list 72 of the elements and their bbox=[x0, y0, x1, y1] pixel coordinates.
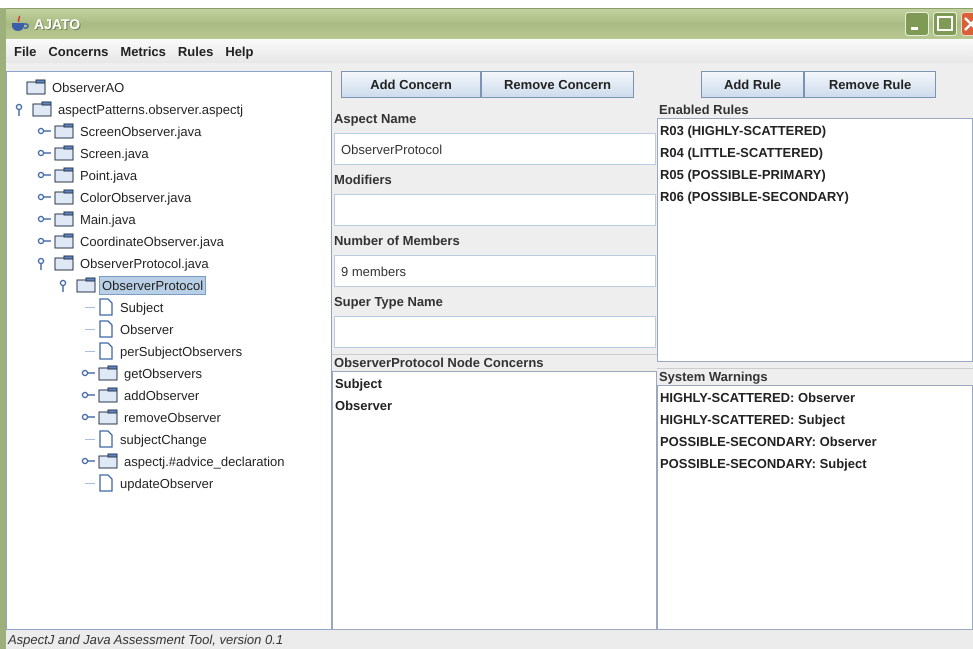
list-item[interactable]: R03 (HIGHLY-SCATTERED) bbox=[658, 121, 972, 143]
window-title: AJATO bbox=[34, 16, 80, 32]
list-item[interactable]: Observer bbox=[333, 396, 656, 418]
tree-item[interactable]: ObserverAO bbox=[49, 78, 128, 96]
field-label: Modifiers bbox=[333, 171, 393, 189]
file-icon bbox=[98, 298, 114, 316]
list-item[interactable]: POSSIBLE-SECONDARY: Subject bbox=[658, 454, 972, 476]
folder-icon bbox=[54, 145, 74, 161]
coffee-cup-icon bbox=[10, 15, 30, 33]
file-icon bbox=[98, 342, 114, 360]
folder-icon bbox=[98, 365, 118, 381]
folder-icon bbox=[98, 453, 118, 469]
tree-item[interactable]: Subject bbox=[117, 298, 166, 316]
tree-item[interactable]: Observer bbox=[117, 320, 176, 338]
list-item[interactable]: R04 (LITTLE-SCATTERED) bbox=[658, 143, 972, 165]
field-label: Number of Members bbox=[333, 232, 461, 250]
folder-icon bbox=[98, 387, 118, 403]
concern-button[interactable]: Remove Concern bbox=[481, 71, 634, 98]
rule-button[interactable]: Remove Rule bbox=[804, 71, 936, 98]
list-item[interactable]: Subject bbox=[333, 374, 656, 396]
tree-item[interactable]: updateObserver bbox=[117, 474, 216, 492]
file-icon bbox=[98, 320, 114, 338]
tree-item[interactable]: CoordinateObserver.java bbox=[77, 232, 227, 250]
text-field[interactable]: 9 members bbox=[334, 255, 656, 287]
tree-item[interactable]: getObservers bbox=[121, 364, 206, 382]
folder-icon bbox=[54, 233, 74, 249]
menu-item[interactable]: Metrics bbox=[114, 44, 172, 58]
rule-button[interactable]: Add Rule bbox=[701, 71, 804, 98]
status-text: AspectJ and Java Assessment Tool, version 0.1 bbox=[8, 632, 284, 647]
file-icon bbox=[98, 474, 114, 492]
text-field[interactable]: ObserverProtocol bbox=[334, 133, 656, 165]
folder-icon bbox=[54, 189, 74, 205]
folder-icon bbox=[26, 79, 46, 95]
tree-item[interactable]: ColorObserver.java bbox=[77, 188, 194, 206]
list-item[interactable]: HIGHLY-SCATTERED: Subject bbox=[658, 410, 972, 432]
menu-item[interactable]: Help bbox=[219, 44, 260, 58]
section-header: Enabled Rules bbox=[658, 104, 750, 118]
list-item[interactable]: HIGHLY-SCATTERED: Observer bbox=[658, 388, 972, 410]
tree-item[interactable]: Screen.java bbox=[77, 144, 152, 162]
list-item[interactable]: R06 (POSSIBLE-SECONDARY) bbox=[658, 187, 972, 209]
tree-item[interactable]: Point.java bbox=[77, 166, 140, 184]
menu-item[interactable]: Concerns bbox=[42, 44, 114, 58]
list-item[interactable]: POSSIBLE-SECONDARY: Observer bbox=[658, 432, 972, 454]
folder-icon bbox=[76, 277, 96, 293]
folder-icon bbox=[54, 123, 74, 139]
text-field[interactable] bbox=[334, 194, 656, 226]
field-label: Super Type Name bbox=[333, 293, 444, 311]
tree-item[interactable]: subjectChange bbox=[117, 430, 210, 448]
tree-item[interactable]: Main.java bbox=[77, 210, 139, 228]
field-label: Aspect Name bbox=[333, 110, 418, 128]
tree-item[interactable]: perSubjectObservers bbox=[117, 342, 246, 360]
concern-button[interactable]: Add Concern bbox=[341, 71, 481, 98]
tree-item[interactable]: ObserverProtocol bbox=[99, 276, 206, 294]
maximize-icon[interactable] bbox=[933, 12, 957, 36]
menu-item[interactable]: Rules bbox=[172, 44, 220, 58]
tree-item[interactable]: ScreenObserver.java bbox=[77, 122, 204, 140]
tree-item[interactable]: aspectPatterns.observer.aspectj bbox=[55, 100, 246, 118]
tree-item[interactable]: addObserver bbox=[121, 386, 202, 404]
file-icon bbox=[98, 430, 114, 448]
list-item[interactable]: R05 (POSSIBLE-PRIMARY) bbox=[658, 165, 972, 187]
close-icon[interactable] bbox=[961, 12, 973, 36]
folder-icon bbox=[54, 167, 74, 183]
folder-icon bbox=[54, 255, 74, 271]
minimize-icon[interactable] bbox=[905, 12, 929, 36]
folder-icon bbox=[98, 409, 118, 425]
folder-icon bbox=[32, 101, 52, 117]
text-field[interactable] bbox=[334, 316, 656, 348]
menu-item[interactable]: File bbox=[8, 44, 42, 58]
tree-item[interactable]: removeObserver bbox=[121, 408, 224, 426]
tree-item[interactable]: aspectj.#advice_declaration bbox=[121, 452, 288, 470]
tree-item[interactable]: ObserverProtocol.java bbox=[77, 254, 212, 272]
folder-icon bbox=[54, 211, 74, 227]
